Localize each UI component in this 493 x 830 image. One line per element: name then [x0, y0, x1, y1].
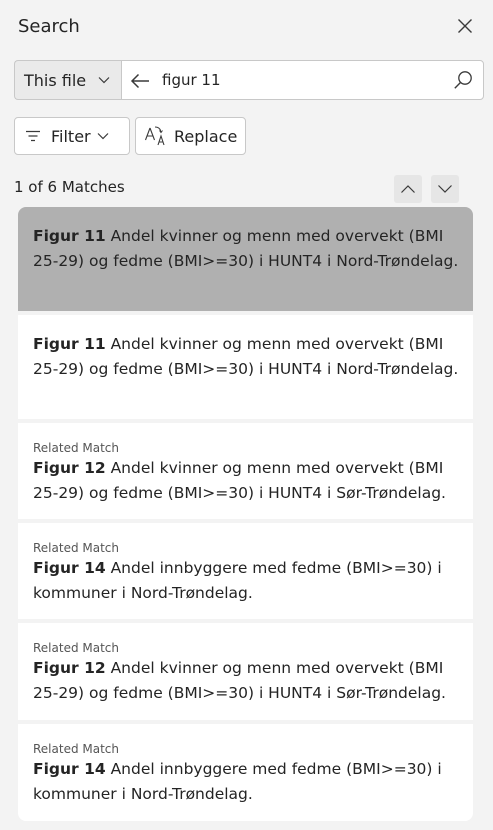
scope-dropdown[interactable]: This file [14, 60, 121, 100]
previous-match-button[interactable] [394, 175, 422, 203]
result-figure-label: Figur 12 [33, 659, 106, 677]
replace-button-label: Replace [174, 126, 238, 146]
search-box [121, 60, 484, 100]
search-pane: Search This file figur 11 Filter Replace… [0, 0, 493, 830]
related-match-tag: Related Match [33, 541, 120, 555]
related-match-tag: Related Match [33, 441, 120, 455]
search-result-item[interactable]: Related Match Figur 14 Andel innbyggere … [18, 724, 473, 821]
filter-button-label: Filter [51, 126, 91, 146]
next-match-button[interactable] [431, 175, 459, 203]
result-figure-label: Figur 14 [33, 760, 106, 778]
result-figure-label: Figur 11 [33, 335, 106, 353]
result-figure-label: Figur 12 [33, 459, 106, 477]
search-result-item[interactable]: Related Match Figur 14 Andel innbyggere … [18, 523, 473, 619]
arrow-left-icon [130, 73, 149, 89]
close-icon [458, 19, 472, 33]
filter-button[interactable]: Filter [14, 117, 130, 155]
search-result-item[interactable]: Figur 11 Andel kvinner og menn med overv… [18, 315, 473, 419]
search-result-text: Figur 11 Andel kvinner og menn med overv… [33, 315, 461, 382]
search-result-text: Figur 14 Andel innbyggere med fedme (BMI… [33, 757, 461, 807]
search-pane-header: Search [0, 0, 493, 54]
replace-icon [144, 126, 165, 146]
close-button[interactable] [450, 11, 480, 41]
search-result-item[interactable]: Related Match Figur 12 Andel kvinner og … [18, 623, 473, 720]
chevron-down-icon [97, 133, 109, 140]
chevron-up-icon [401, 185, 415, 193]
match-count: 1 of 6 Matches [14, 178, 125, 196]
pane-title: Search [18, 16, 80, 37]
filter-icon [26, 130, 40, 142]
search-result-text: Figur 12 Andel kvinner og menn med overv… [33, 456, 461, 506]
chevron-down-icon [98, 77, 110, 84]
scope-dropdown-label: This file [24, 70, 87, 90]
chevron-down-icon [438, 185, 452, 193]
search-result-text: Figur 14 Andel innbyggere med fedme (BMI… [33, 556, 461, 606]
back-button[interactable] [128, 69, 152, 93]
search-result-item[interactable]: Related Match Figur 12 Andel kvinner og … [18, 423, 473, 519]
search-result-item[interactable]: Figur 11 Andel kvinner og menn med overv… [18, 207, 473, 311]
search-submit-button[interactable] [451, 68, 475, 92]
search-result-text: Figur 12 Andel kvinner og menn med overv… [33, 656, 461, 706]
search-input[interactable] [162, 65, 442, 95]
related-match-tag: Related Match [33, 742, 120, 756]
search-row: This file [14, 60, 484, 102]
result-figure-label: Figur 11 [33, 227, 106, 245]
search-result-text: Figur 11 Andel kvinner og menn med overv… [33, 207, 461, 274]
replace-button[interactable]: Replace [135, 117, 246, 155]
search-results-list: Figur 11 Andel kvinner og menn med overv… [18, 207, 473, 825]
related-match-tag: Related Match [33, 641, 120, 655]
result-figure-label: Figur 14 [33, 559, 106, 577]
search-icon [454, 71, 472, 89]
